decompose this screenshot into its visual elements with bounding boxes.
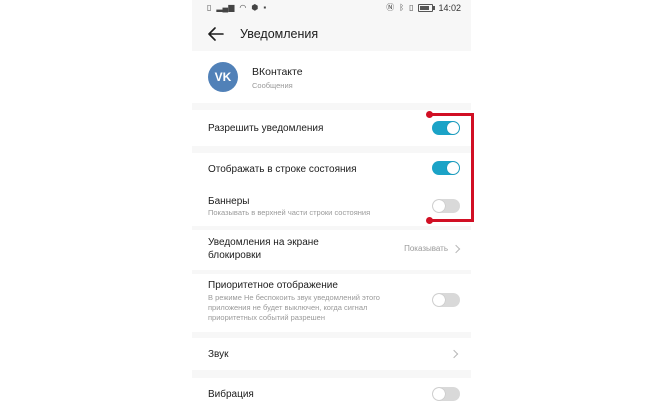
- setting-priority-display[interactable]: Приоритетное отображение В режиме Не бес…: [192, 274, 471, 332]
- phone-screen: ▯ ▂▄▆ ◠ ⬢ ▪ Ⓝ ᛒ ▯ 14:02 Уведомления VK В…: [192, 0, 471, 413]
- annotation-line-top: [430, 113, 474, 116]
- lock-screen-value[interactable]: Показывать: [404, 244, 461, 253]
- bluetooth-icon: ᛒ: [399, 3, 405, 12]
- sim-icon: ▯: [207, 3, 212, 12]
- setting-label: Вибрация: [208, 389, 254, 400]
- setting-sound[interactable]: Звук: [192, 338, 471, 370]
- wifi-icon: ◠: [239, 3, 247, 12]
- nfc-icon: Ⓝ: [386, 3, 395, 12]
- lock-screen-value-text: Показывать: [404, 244, 448, 253]
- signal-icon: ▂▄▆: [216, 3, 235, 12]
- allow-notifications-toggle[interactable]: [432, 121, 460, 135]
- annotation-dot-top: [426, 111, 433, 118]
- status-bar: ▯ ▂▄▆ ◠ ⬢ ▪ Ⓝ ᛒ ▯ 14:02: [192, 0, 471, 16]
- setting-label-line2: блокировки: [208, 250, 262, 261]
- status-bar-left: ▯ ▂▄▆ ◠ ⬢ ▪: [207, 3, 266, 13]
- status-time: 14:02: [438, 3, 461, 13]
- setting-vibration[interactable]: Вибрация: [192, 378, 471, 413]
- chevron-right-icon: [449, 349, 459, 359]
- annotation-line-bottom: [430, 219, 474, 222]
- setting-description-line3: приоритетных событий разрешен: [208, 313, 325, 322]
- app-bar: Уведомления: [192, 16, 471, 51]
- setting-label: Отображать в строке состояния: [208, 164, 357, 175]
- setting-show-in-status-bar[interactable]: Отображать в строке состояния: [192, 153, 471, 186]
- app-name: ВКонтакте: [252, 66, 303, 78]
- priority-toggle[interactable]: [432, 293, 460, 307]
- banners-toggle[interactable]: [432, 199, 460, 213]
- location-icon: ⬢: [251, 3, 259, 12]
- vk-logo-icon: VK: [208, 62, 238, 92]
- chevron-right-icon: [451, 244, 461, 253]
- page-title: Уведомления: [240, 26, 319, 41]
- setting-label: Разрешить уведомления: [208, 123, 324, 134]
- battery-icon: [418, 4, 436, 12]
- vibration-toggle[interactable]: [432, 387, 460, 401]
- annotation-dot-bottom: [426, 217, 433, 224]
- app-channel: Сообщения: [252, 81, 293, 90]
- setting-description-line1: В режиме Не беспокоить звук уведомлений …: [208, 293, 380, 302]
- screenshot-stage: ▯ ▂▄▆ ◠ ⬢ ▪ Ⓝ ᛒ ▯ 14:02 Уведомления VK В…: [0, 0, 648, 413]
- app-info-card: VK ВКонтакте Сообщения: [192, 51, 471, 103]
- vibrate-icon: ▯: [409, 3, 414, 12]
- setting-label: Звук: [208, 349, 229, 360]
- back-button[interactable]: [196, 16, 236, 51]
- setting-description-line2: приложения не будет выключен, когда сигн…: [208, 303, 368, 312]
- setting-label: Баннеры: [208, 196, 250, 207]
- annotation-line-vertical: [471, 113, 474, 222]
- setting-label-line1: Уведомления на экране: [208, 237, 319, 248]
- status-bar-toggle[interactable]: [432, 161, 460, 175]
- setting-label: Приоритетное отображение: [208, 280, 338, 291]
- setting-lock-screen-notifications[interactable]: Уведомления на экране блокировки Показыв…: [192, 230, 471, 270]
- notification-icon: ▪: [263, 3, 267, 12]
- setting-description: Показывать в верхней части строки состоя…: [208, 208, 371, 217]
- status-bar-right: Ⓝ ᛒ ▯ 14:02: [386, 3, 461, 13]
- arrow-left-icon: [208, 26, 224, 41]
